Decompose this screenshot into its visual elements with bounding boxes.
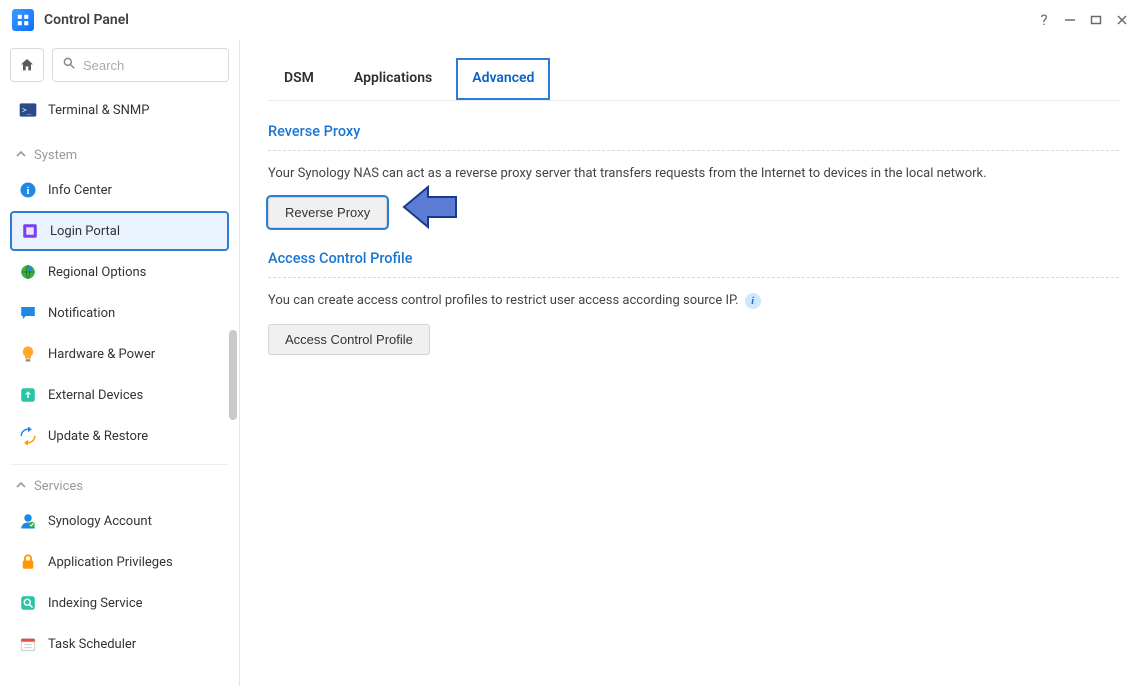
sidebar-item-update-restore[interactable]: Update & Restore bbox=[10, 416, 229, 456]
section-label: System bbox=[34, 148, 77, 163]
section-title-reverse-proxy: Reverse Proxy bbox=[268, 123, 1119, 151]
sidebar-item-label: Synology Account bbox=[48, 514, 152, 529]
account-icon bbox=[18, 511, 38, 531]
sidebar-item-info-center[interactable]: i Info Center bbox=[10, 170, 229, 210]
sidebar-item-label: Terminal & SNMP bbox=[48, 103, 149, 118]
section-label: Services bbox=[34, 479, 83, 494]
svg-text:i: i bbox=[27, 186, 30, 197]
sidebar-item-label: Application Privileges bbox=[48, 555, 173, 570]
sidebar-item-hardware-power[interactable]: Hardware & Power bbox=[10, 334, 229, 374]
search-input[interactable] bbox=[52, 48, 229, 82]
sidebar-item-label: Notification bbox=[48, 306, 115, 321]
app-icon bbox=[12, 9, 34, 31]
sidebar-item-login-portal[interactable]: Login Portal bbox=[10, 211, 229, 251]
section-desc-reverse-proxy: Your Synology NAS can act as a reverse p… bbox=[268, 165, 1119, 183]
upload-icon bbox=[18, 385, 38, 405]
minimize-button[interactable] bbox=[1057, 7, 1083, 33]
lock-icon bbox=[18, 552, 38, 572]
terminal-icon: >_ bbox=[18, 100, 38, 120]
help-button[interactable]: ? bbox=[1031, 7, 1057, 33]
section-header-services[interactable]: Services bbox=[10, 464, 229, 500]
sidebar-item-task-scheduler[interactable]: Task Scheduler bbox=[10, 624, 229, 664]
acp-desc-text: You can create access control profiles t… bbox=[268, 292, 739, 310]
sidebar-item-indexing-service[interactable]: Indexing Service bbox=[10, 583, 229, 623]
sidebar-item-label: External Devices bbox=[48, 388, 143, 403]
sidebar-item-label: Update & Restore bbox=[48, 429, 148, 444]
sidebar-item-external-devices[interactable]: External Devices bbox=[10, 375, 229, 415]
sidebar-item-regional-options[interactable]: Regional Options bbox=[10, 252, 229, 292]
portal-icon bbox=[20, 221, 40, 241]
chevron-up-icon bbox=[16, 148, 26, 163]
sidebar-item-label: Hardware & Power bbox=[48, 347, 155, 362]
search-icon bbox=[62, 56, 76, 74]
sidebar-item-application-privileges[interactable]: Application Privileges bbox=[10, 542, 229, 582]
tab-applications[interactable]: Applications bbox=[338, 58, 448, 100]
sidebar-item-label: Info Center bbox=[48, 183, 112, 198]
sidebar: >_ Terminal & SNMP System i Info Center … bbox=[0, 40, 240, 686]
search-square-icon bbox=[18, 593, 38, 613]
titlebar: Control Panel ? bbox=[0, 0, 1147, 40]
reverse-proxy-button[interactable]: Reverse Proxy bbox=[268, 197, 387, 228]
window-title: Control Panel bbox=[44, 12, 1031, 28]
chevron-up-icon bbox=[16, 479, 26, 494]
info-icon: i bbox=[18, 180, 38, 200]
close-button[interactable] bbox=[1109, 7, 1135, 33]
main-content: DSM Applications Advanced Reverse Proxy … bbox=[240, 40, 1147, 686]
sidebar-scrollbar[interactable] bbox=[229, 330, 237, 420]
calendar-icon bbox=[18, 634, 38, 654]
info-badge-icon[interactable]: i bbox=[745, 293, 761, 309]
sidebar-item-synology-account[interactable]: Synology Account bbox=[10, 501, 229, 541]
sidebar-item-terminal-snmp[interactable]: >_ Terminal & SNMP bbox=[10, 90, 229, 130]
refresh-icon bbox=[18, 426, 38, 446]
section-header-system[interactable]: System bbox=[10, 134, 229, 169]
section-title-access-control: Access Control Profile bbox=[268, 250, 1119, 278]
tab-advanced[interactable]: Advanced bbox=[456, 58, 550, 100]
tab-bar: DSM Applications Advanced bbox=[268, 58, 1119, 101]
sidebar-item-notification[interactable]: Notification bbox=[10, 293, 229, 333]
arrow-annotation-icon bbox=[398, 185, 458, 233]
svg-text:>_: >_ bbox=[22, 106, 32, 115]
sidebar-item-label: Regional Options bbox=[48, 265, 146, 280]
chat-icon bbox=[18, 303, 38, 323]
home-button[interactable] bbox=[10, 48, 44, 82]
sidebar-item-label: Task Scheduler bbox=[48, 637, 136, 652]
tab-dsm[interactable]: DSM bbox=[268, 58, 330, 100]
globe-icon bbox=[18, 262, 38, 282]
sidebar-item-label: Indexing Service bbox=[48, 596, 143, 611]
section-desc-access-control: You can create access control profiles t… bbox=[268, 292, 1119, 310]
access-control-profile-button[interactable]: Access Control Profile bbox=[268, 324, 430, 355]
bulb-icon bbox=[18, 344, 38, 364]
sidebar-item-label: Login Portal bbox=[50, 224, 120, 239]
maximize-button[interactable] bbox=[1083, 7, 1109, 33]
